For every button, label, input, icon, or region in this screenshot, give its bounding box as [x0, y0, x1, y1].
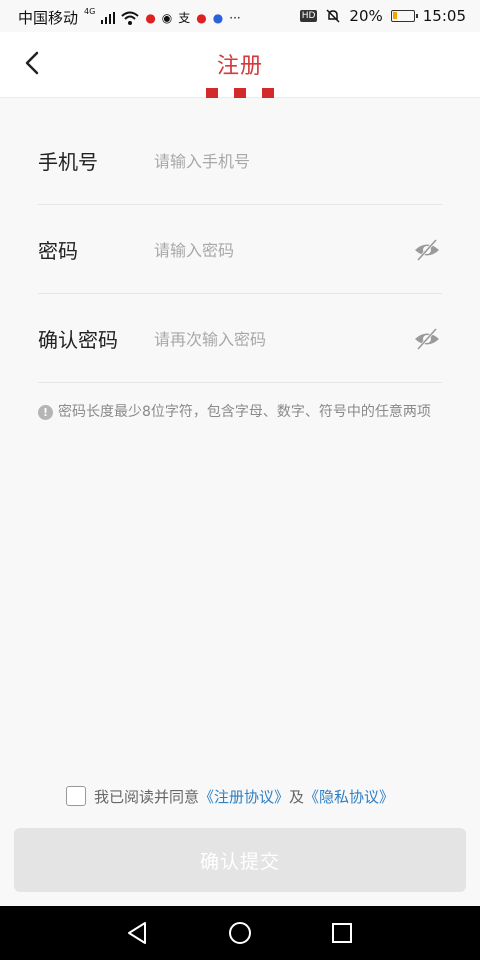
- eye-hidden-icon[interactable]: [412, 324, 442, 354]
- network-type: 4G: [84, 7, 96, 16]
- password-label: 密码: [38, 239, 78, 263]
- signal-icon: [101, 11, 116, 24]
- carrier-name: 中国移动: [18, 9, 79, 27]
- phone-input[interactable]: [154, 148, 394, 174]
- register-form: 手机号 密码 确认密码: [38, 116, 442, 383]
- status-right: HD 20% 15:05: [299, 7, 466, 25]
- nav-back-icon[interactable]: [123, 918, 153, 948]
- confirm-password-row: 确认密码: [38, 294, 442, 383]
- confirm-password-label: 确认密码: [38, 328, 118, 352]
- baidu-icon: ●: [212, 10, 224, 25]
- password-hint: ! 密码长度最少8位字符，包含字母、数字、符号中的任意两项: [38, 402, 442, 423]
- battery-fill: [392, 12, 397, 19]
- agreement-prefix: 我已阅读并同意: [94, 787, 200, 806]
- status-left: 中国移动 4G ● ◉ 支 ● ● ···: [18, 7, 241, 28]
- wifi-icon: [121, 11, 139, 25]
- agreement-checkbox[interactable]: [66, 786, 86, 806]
- password-row: 密码: [38, 205, 442, 294]
- password-hint-text: 密码长度最少8位字符，包含字母、数字、符号中的任意两项: [58, 404, 431, 420]
- status-bar: 中国移动 4G ● ◉ 支 ● ● ··· HD 20% 15:05: [0, 0, 480, 32]
- submit-button[interactable]: 确认提交: [14, 828, 466, 892]
- more-icon: ···: [229, 10, 241, 25]
- password-input[interactable]: [154, 237, 394, 263]
- nav-recents-icon[interactable]: [327, 918, 357, 948]
- app-notification-icon: ◉: [161, 10, 173, 25]
- indicator-dash: [234, 88, 246, 98]
- map-pin-icon: ●: [196, 10, 207, 25]
- agreement-row: 我已阅读并同意 《注册协议》 及 《隐私协议》: [66, 784, 394, 808]
- phone-label: 手机号: [38, 150, 98, 174]
- phone-row: 手机号: [38, 116, 442, 205]
- system-nav-bar: [0, 906, 480, 960]
- alipay-icon: 支: [178, 10, 191, 25]
- confirm-password-input[interactable]: [154, 326, 394, 352]
- nav-home-icon[interactable]: [225, 918, 255, 948]
- mute-bell-icon: [326, 9, 340, 23]
- agreement-and: 及: [289, 787, 305, 806]
- app-notification-icon: ●: [145, 10, 156, 25]
- hd-badge: HD: [299, 10, 318, 22]
- clock: 15:05: [422, 7, 466, 25]
- info-icon: !: [38, 405, 53, 420]
- privacy-link[interactable]: 《隐私协议》: [304, 786, 394, 807]
- eye-hidden-icon[interactable]: [412, 235, 442, 265]
- battery-percent: 20%: [349, 7, 383, 25]
- indicator-dash: [206, 88, 218, 98]
- indicator-dash: [262, 88, 274, 98]
- app-header: 注册: [0, 32, 480, 98]
- page-title: 注册: [216, 54, 263, 79]
- battery-icon: [390, 10, 418, 22]
- terms-link[interactable]: 《注册协议》: [199, 786, 289, 807]
- title-indicator: [206, 88, 274, 98]
